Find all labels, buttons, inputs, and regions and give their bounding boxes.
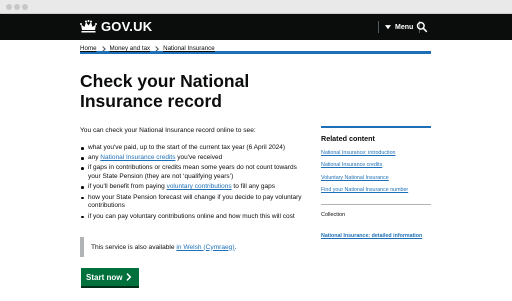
welsh-service-inset: This service is also available in Welsh … [80,237,310,257]
list-item-text: what you've paid, up to the start of the… [88,144,286,151]
breadcrumb-home[interactable]: Home [80,45,97,52]
start-button-label: Start now [86,272,123,282]
menu-button[interactable]: Menu [378,21,421,33]
list-item-text: if you'll benefit from paying [88,183,167,191]
related-link-item: National Insurance credits [321,162,431,169]
breadcrumb-money-and-tax[interactable]: Money and tax [110,45,151,52]
logo-text: GOV.UK [101,19,153,34]
related-link-item: National Insurance: introduction [321,150,431,157]
browser-chrome [0,0,512,14]
related-link-ni-introduction[interactable]: National Insurance: introduction [321,150,396,156]
related-content: Related content National Insurance: intr… [321,126,431,200]
arrow-right-icon [126,273,132,281]
search-icon[interactable] [416,21,428,33]
start-now-button[interactable]: Start now [81,268,139,286]
window-maximize-dot[interactable] [22,4,28,10]
collection-label: Collection [321,212,346,218]
list-item: how your State Pension forecast will cha… [80,194,310,212]
related-link-item: Voluntary National Insurance [321,175,431,182]
menu-label: Menu [395,23,414,31]
window-close-dot[interactable] [6,4,12,10]
list-item: what you've paid, up to the start of the… [80,144,310,153]
list-item-text: how your State Pension forecast will cha… [88,193,302,210]
govuk-logo-link[interactable]: GOV.UK [80,19,152,34]
inset-text: This service is also available in Welsh … [91,243,237,251]
crown-icon [80,19,97,32]
related-links-list: National Insurance: introduction Nationa… [321,150,431,194]
check-list: what you've paid, up to the start of the… [80,144,310,223]
related-content-heading: Related content [321,134,375,143]
national-insurance-credits-link[interactable]: National Insurance credits [100,154,175,161]
list-item-text: any [88,154,101,162]
breadcrumb-national-insurance[interactable]: National Insurance [163,45,215,52]
list-item-text: if you can pay voluntary contributions o… [88,212,295,220]
breadcrumb: Home Money and tax National Insurance [80,45,215,52]
list-item: if you'll benefit from paying voluntary … [80,183,310,192]
list-item-text: you've received [175,154,223,162]
related-link-ni-credits[interactable]: National Insurance credits [321,162,382,168]
related-link-voluntary-ni[interactable]: Voluntary National Insurance [321,175,389,181]
breadcrumb-separator-icon [99,45,106,52]
list-item: if gaps in contributions or credits mean… [80,164,310,182]
chevron-down-icon [385,24,391,29]
list-item-text: to fill any gaps [231,183,275,191]
window-minimize-dot[interactable] [14,4,20,10]
page-title: Check your National Insurance record [80,71,250,111]
welsh-language-link[interactable]: in Welsh (Cymraeg) [176,244,234,251]
collection-section: Collection National Insurance: detailed … [321,204,431,242]
related-link-find-ni-number[interactable]: Find your National Insurance number [321,187,408,193]
list-item: any National Insurance credits you've re… [80,154,310,163]
related-link-item: Find your National Insurance number [321,187,431,194]
collection-link[interactable]: National Insurance: detailed information [321,233,422,239]
site-header: GOV.UK Menu [0,14,512,54]
list-item-text: if gaps in contributions or credits mean… [88,164,297,181]
intro-text: You can check your National Insurance re… [80,127,256,134]
breadcrumb-separator-icon [153,45,159,52]
list-item: if you can pay voluntary contributions o… [80,213,310,222]
voluntary-contributions-link[interactable]: voluntary contributions [167,183,232,190]
